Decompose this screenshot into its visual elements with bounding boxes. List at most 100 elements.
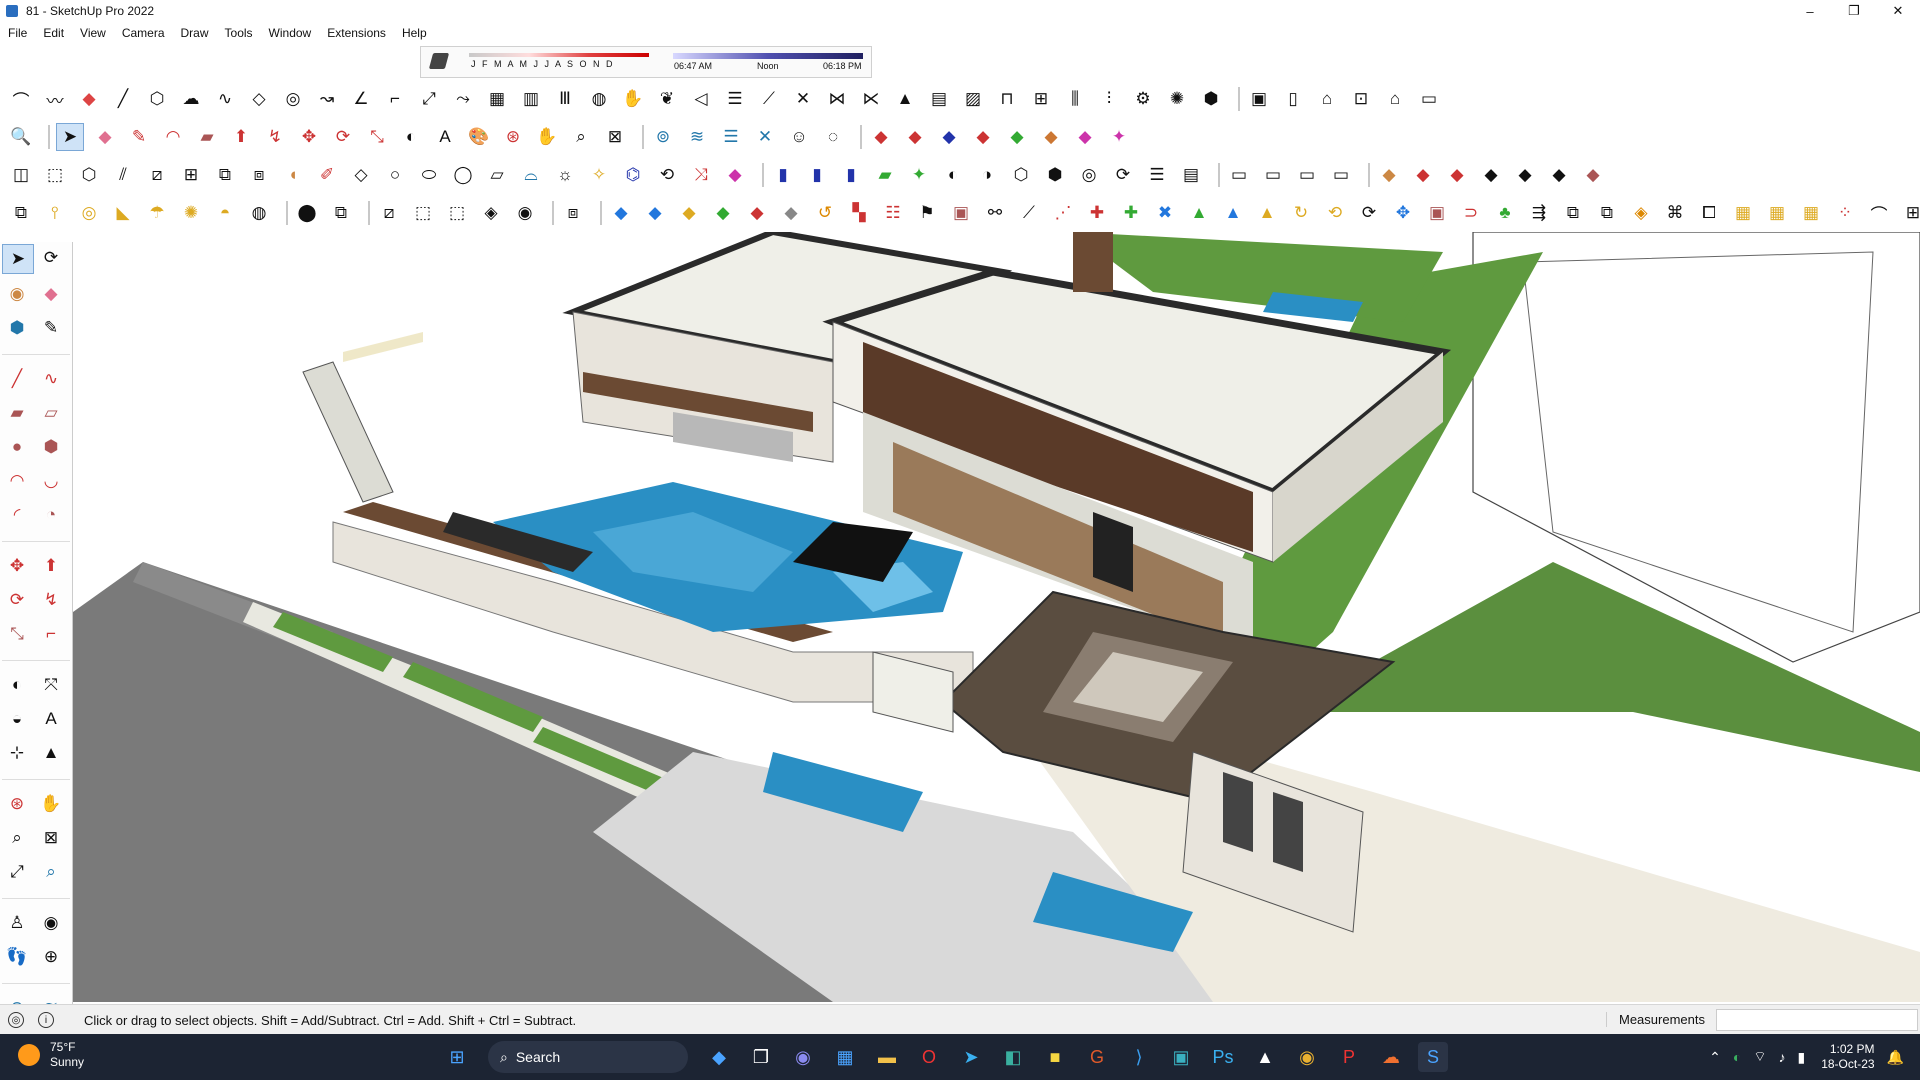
move-icon[interactable]: ✥	[296, 124, 322, 150]
shadow-toggle-icon[interactable]	[428, 53, 450, 69]
material-icon[interactable]: ▮	[770, 162, 796, 188]
circle-icon[interactable]: ◎	[76, 200, 102, 226]
scatter-icon[interactable]: ⁘	[1832, 200, 1858, 226]
app-icon[interactable]: ▣	[1166, 1042, 1196, 1072]
tag-icon[interactable]: ◖	[280, 162, 306, 188]
rail-icon[interactable]: ⫶	[1096, 86, 1122, 112]
user-icon[interactable]: ☺	[786, 124, 812, 150]
terrain-icon[interactable]: ▰	[872, 162, 898, 188]
curve-icon[interactable]: ↝	[314, 86, 340, 112]
notification-bell-icon[interactable]: 🔔	[1887, 1049, 1904, 1066]
solid-split-icon[interactable]: ◆	[1004, 124, 1030, 150]
offset-icon[interactable]: ⌐	[382, 86, 408, 112]
wall-icon[interactable]: ▨	[960, 86, 986, 112]
solid-trim-icon[interactable]: ◆	[970, 124, 996, 150]
align-icon[interactable]: ☰	[1144, 162, 1170, 188]
dome-icon[interactable]: ◓	[212, 200, 238, 226]
style2-icon[interactable]: ◑	[974, 162, 1000, 188]
telegram-icon[interactable]: ➤	[956, 1042, 986, 1072]
eraser-icon[interactable]: ◆	[76, 86, 102, 112]
arc-icon[interactable]: ⌒	[8, 86, 34, 112]
sphere-icon[interactable]: ◍	[246, 200, 272, 226]
push-pull-icon[interactable]: ⬆	[228, 124, 254, 150]
vscode-icon[interactable]: ⟩	[1124, 1042, 1154, 1072]
group-icon[interactable]: ⧉	[212, 162, 238, 188]
material2-icon[interactable]: ▮	[804, 162, 830, 188]
grid-icon[interactable]: ▥	[518, 86, 544, 112]
shape3-icon[interactable]: ⬭	[416, 162, 442, 188]
extension-warehouse-icon[interactable]: ≋	[684, 124, 710, 150]
zoom-tool-icon[interactable]: ⌕	[2, 824, 32, 852]
arrows-icon[interactable]: ⇶	[1526, 200, 1552, 226]
align2-icon[interactable]: ▤	[1178, 162, 1204, 188]
eraser-tool-icon[interactable]: ◆	[36, 280, 66, 308]
select-icon[interactable]: ➤	[56, 123, 84, 151]
text-tool-icon[interactable]: A	[36, 705, 66, 733]
view-top-icon[interactable]: ⬚	[410, 200, 436, 226]
circle-icon[interactable]: ◎	[280, 86, 306, 112]
menu-window[interactable]: Window	[261, 26, 320, 40]
rectangle-icon[interactable]: ▰	[194, 124, 220, 150]
scene3-icon[interactable]: ▭	[1294, 162, 1320, 188]
cone-icon[interactable]: ◣	[110, 200, 136, 226]
solid-intersect-icon[interactable]: ◆	[936, 124, 962, 150]
shape1-icon[interactable]: ◇	[348, 162, 374, 188]
pencil-icon[interactable]: ✎	[126, 124, 152, 150]
flag-icon[interactable]: ⚑	[914, 200, 940, 226]
pan-icon[interactable]: ⧈	[246, 162, 272, 188]
tape-tool-icon[interactable]: ◐	[2, 671, 32, 699]
move-tool-icon[interactable]: ✥	[2, 552, 32, 580]
teams-icon[interactable]: ◉	[788, 1042, 818, 1072]
cone-yellow-icon[interactable]: ▲	[1254, 200, 1280, 226]
tile3-icon[interactable]: ▦	[1798, 200, 1824, 226]
scale-tool-icon[interactable]: ⤡	[2, 620, 32, 648]
cone-blue-icon[interactable]: ▲	[1220, 200, 1246, 226]
undo-icon[interactable]: ↺	[812, 200, 838, 226]
grammarly-icon[interactable]: G	[1082, 1042, 1112, 1072]
tile2-icon[interactable]: ▦	[1764, 200, 1790, 226]
push-pull-tool-icon[interactable]: ⬆	[36, 552, 66, 580]
cubes2-icon[interactable]: ⧉	[1594, 200, 1620, 226]
render2-icon[interactable]: ◆	[1410, 162, 1436, 188]
move-blue-icon[interactable]: ✥	[1390, 200, 1416, 226]
photoshop-icon[interactable]: Ps	[1208, 1042, 1238, 1072]
box-icon[interactable]: ▣	[1246, 86, 1272, 112]
windows-start-icon[interactable]: ⊞	[442, 1042, 472, 1072]
time-slider[interactable]	[673, 53, 863, 59]
orbit2-tool-icon[interactable]: ⊛	[2, 790, 32, 818]
solid-union-icon[interactable]: ◆	[868, 124, 894, 150]
box-icon[interactable]: ⬚	[42, 162, 68, 188]
sun-icon[interactable]: ✺	[178, 200, 204, 226]
frame2-icon[interactable]: ⧠	[1696, 200, 1722, 226]
shape10-icon[interactable]: ⤨	[688, 162, 714, 188]
cubes-icon[interactable]: ⧉	[1560, 200, 1586, 226]
walk-tool-icon[interactable]: 👣	[2, 943, 32, 971]
arc-icon[interactable]: ◠	[160, 124, 186, 150]
shape2-icon[interactable]: ○	[382, 162, 408, 188]
scale-icon[interactable]: ⤢	[416, 86, 442, 112]
scale-icon[interactable]: ⤡	[364, 124, 390, 150]
maps-icon[interactable]: ◧	[998, 1042, 1028, 1072]
month-slider[interactable]	[469, 53, 649, 57]
outer-shell-icon[interactable]: ⬤	[294, 200, 320, 226]
follow-me-icon[interactable]: ↯	[262, 124, 288, 150]
door-icon[interactable]: ⊓	[994, 86, 1020, 112]
rotate-tool-icon[interactable]: ⟳	[2, 586, 32, 614]
rectangle-tool-icon[interactable]: ▰	[2, 399, 32, 427]
shape5-icon[interactable]: ▱	[484, 162, 510, 188]
grid-icon[interactable]: ⊞	[178, 162, 204, 188]
cross-icon[interactable]: ✕	[790, 86, 816, 112]
render7-icon[interactable]: ◆	[1580, 162, 1606, 188]
chevron-up-icon[interactable]: ⌃	[1709, 1049, 1721, 1066]
copilot-icon[interactable]: ◆	[704, 1042, 734, 1072]
garage-icon[interactable]: ⊡	[1348, 86, 1374, 112]
view-right-icon[interactable]: ◈	[478, 200, 504, 226]
terrain2-icon[interactable]: ✦	[906, 162, 932, 188]
shape9-icon[interactable]: ⟲	[654, 162, 680, 188]
refresh-icon[interactable]: ⟳	[1110, 162, 1136, 188]
layer-icon[interactable]: ◇	[246, 86, 272, 112]
menu-draw[interactable]: Draw	[173, 26, 217, 40]
ring-icon[interactable]: ◍	[586, 86, 612, 112]
sun-icon[interactable]: ✺	[1164, 86, 1190, 112]
position-camera-tool-icon[interactable]: ♙	[2, 909, 32, 937]
